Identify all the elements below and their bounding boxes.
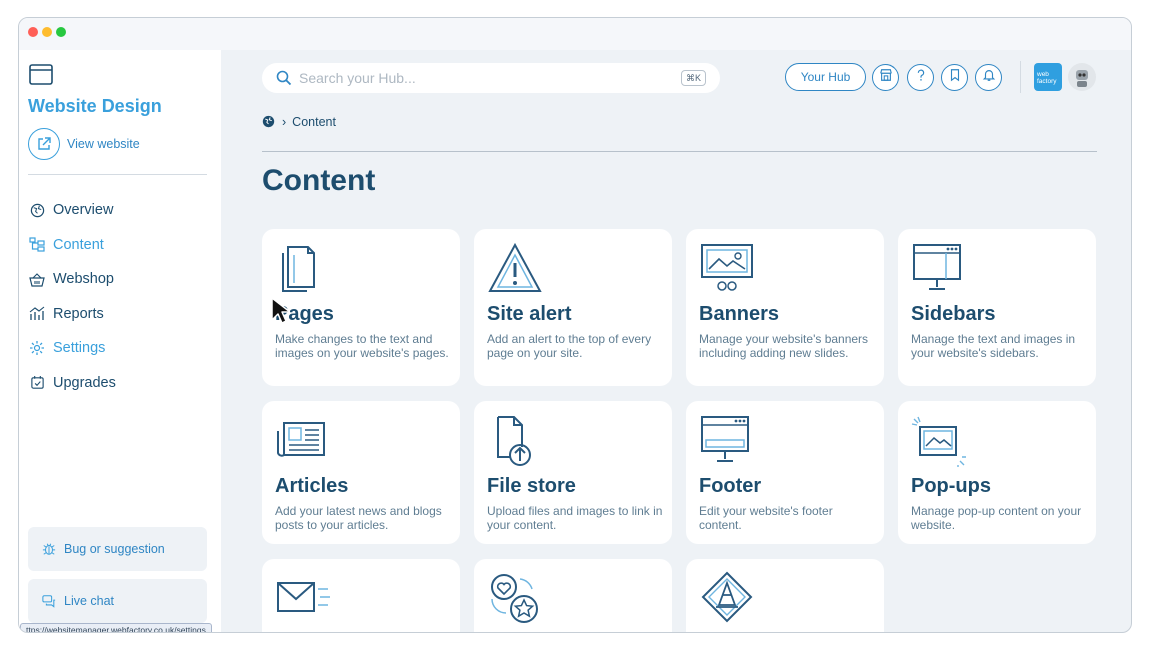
robot-avatar-icon (1076, 70, 1088, 87)
your-hub-button[interactable]: Your Hub (785, 63, 866, 91)
alert-icon (486, 241, 544, 295)
card-email[interactable] (262, 559, 460, 632)
bell-icon (982, 68, 996, 87)
sidebar-item-upgrades[interactable]: Upgrades (28, 366, 213, 401)
view-website-link[interactable]: View website (28, 128, 140, 160)
sidebar-divider (28, 174, 207, 175)
sidebar-item-webshop[interactable]: Webshop (28, 262, 213, 297)
breadcrumb-current: Content (292, 115, 336, 129)
card-description: Make changes to the text and images on y… (275, 332, 449, 360)
bookmark-button[interactable] (941, 64, 968, 91)
card-description: Manage your website's banners including … (699, 332, 869, 360)
bookmark-icon (948, 68, 962, 87)
calendar-check-icon (28, 374, 46, 392)
card-description: Add your latest news and blogs posts to … (275, 504, 442, 532)
card-sidebars[interactable]: Sidebars Manage the text and images in y… (898, 229, 1096, 386)
bug-suggestion-label: Bug or suggestion (64, 542, 165, 556)
card-description: Edit your website's footer content. (699, 504, 833, 532)
chevron-right-icon: › (282, 115, 287, 129)
live-chat-label: Live chat (64, 594, 115, 608)
card-site-alert[interactable]: Site alert Add an alert to the top of ev… (474, 229, 672, 386)
card-title: Footer (699, 475, 762, 497)
store-button[interactable] (872, 64, 899, 91)
close-window-button[interactable] (28, 27, 38, 37)
card-title: File store (487, 475, 576, 497)
browser-window-icon (29, 64, 53, 86)
globe-icon[interactable] (262, 115, 276, 129)
search-bar[interactable]: ⌘K (262, 63, 720, 93)
card-file-store[interactable]: File store Upload files and images to li… (474, 401, 672, 544)
cone-icon (698, 571, 756, 625)
page-title: Content (262, 164, 376, 197)
content-tree-icon (28, 236, 46, 254)
help-button[interactable] (907, 64, 934, 91)
email-icon (274, 571, 332, 625)
sidebar-item-label: Settings (53, 340, 106, 357)
sidebar-item-label: Overview (53, 202, 114, 219)
browser-window: Website Design View website Overview Con… (18, 17, 1132, 633)
newspaper-icon (274, 413, 332, 467)
sidebar-item-label: Reports (53, 305, 104, 322)
external-link-icon (28, 128, 60, 160)
breadcrumb: › Content (262, 115, 336, 129)
pages-icon (274, 241, 332, 295)
card-description: Manage the text and images in your websi… (911, 332, 1076, 360)
social-icon (486, 571, 544, 625)
globe-icon (28, 201, 46, 219)
popup-icon (910, 413, 968, 468)
header-divider (1020, 61, 1021, 93)
card-pop-ups[interactable]: Pop-ups Manage pop-up content on your we… (898, 401, 1096, 544)
sidebar-item-label: Content (53, 236, 104, 253)
sidebar-monitor-icon (910, 241, 968, 295)
help-icon (914, 68, 928, 87)
search-icon (276, 70, 292, 86)
basket-icon (28, 270, 46, 288)
card-description: Manage pop-up content on your website. (911, 504, 1082, 532)
card-maintenance[interactable] (686, 559, 884, 632)
sidebar: Website Design View website Overview Con… (19, 50, 221, 632)
file-upload-icon (486, 413, 544, 467)
content-divider (262, 151, 1097, 152)
card-title: Banners (699, 303, 780, 325)
sidebar-item-overview[interactable]: Overview (28, 193, 213, 228)
live-chat-button[interactable]: Live chat (28, 579, 207, 623)
status-url-tooltip: ttps://websitemanager.webfactory.co.uk/s… (20, 623, 212, 632)
card-title: Site alert (487, 303, 572, 325)
webfactory-logo: web factory (1034, 63, 1062, 91)
card-banners[interactable]: Banners Manage your website's banners in… (686, 229, 884, 386)
card-articles[interactable]: Articles Add your latest news and blogs … (262, 401, 460, 544)
card-footer[interactable]: Footer Edit your website's footer conten… (686, 401, 884, 544)
view-website-label: View website (67, 137, 140, 151)
notifications-button[interactable] (975, 64, 1002, 91)
chart-icon (28, 305, 46, 323)
maximize-window-button[interactable] (56, 27, 66, 37)
avatar[interactable] (1068, 63, 1096, 91)
bug-suggestion-button[interactable]: Bug or suggestion (28, 527, 207, 571)
footer-monitor-icon (698, 413, 756, 467)
store-icon (879, 68, 893, 87)
banner-icon (698, 241, 756, 295)
search-input[interactable] (299, 70, 659, 86)
sidebar-nav: Overview Content Webshop Reports Setting… (28, 193, 213, 400)
sidebar-item-content[interactable]: Content (28, 228, 213, 263)
card-title: Pages (275, 303, 334, 325)
shortcut-hint: ⌘K (680, 70, 706, 86)
chat-icon (41, 593, 57, 609)
gear-icon (28, 339, 46, 357)
bug-icon (41, 541, 57, 557)
card-description: Upload files and images to link in your … (487, 504, 663, 532)
sidebar-item-label: Webshop (53, 271, 114, 288)
card-title: Pop-ups (911, 475, 991, 497)
card-description: Add an alert to the top of every page on… (487, 332, 652, 360)
sidebar-item-label: Upgrades (53, 374, 116, 391)
card-title: Sidebars (911, 303, 996, 325)
sidebar-item-settings[interactable]: Settings (28, 331, 213, 366)
sidebar-item-reports[interactable]: Reports (28, 297, 213, 332)
minimize-window-button[interactable] (42, 27, 52, 37)
title-bar (19, 18, 1131, 50)
card-title: Articles (275, 475, 349, 497)
card-social[interactable] (474, 559, 672, 632)
site-title: Website Design (28, 96, 162, 116)
card-pages[interactable]: Pages Make changes to the text and image… (262, 229, 460, 386)
